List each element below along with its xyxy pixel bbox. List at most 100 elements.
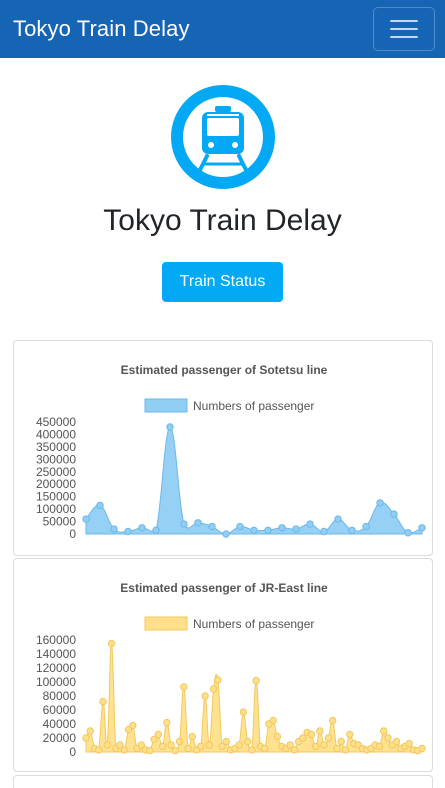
y-tick-label: 350000 [36, 440, 76, 454]
navbar-brand[interactable]: Tokyo Train Delay [13, 16, 190, 42]
data-point[interactable] [380, 727, 388, 735]
data-point[interactable] [333, 744, 341, 753]
chart-legend[interactable]: Numbers of passenger [144, 398, 314, 413]
data-point[interactable] [404, 529, 412, 537]
data-point[interactable] [362, 522, 370, 531]
data-point[interactable] [208, 522, 216, 531]
y-tick-label: 150000 [36, 490, 76, 504]
hamburger-line [390, 28, 418, 30]
data-point[interactable] [96, 501, 104, 510]
data-point[interactable] [188, 732, 197, 741]
chart-card-jr-east: Estimated passenger of JR-East line Numbe… [13, 558, 433, 772]
data-point[interactable] [138, 524, 146, 532]
data-point[interactable] [175, 737, 184, 746]
data-point[interactable] [197, 742, 205, 751]
data-point[interactable] [248, 746, 256, 754]
data-point[interactable] [184, 744, 192, 753]
data-point[interactable] [292, 525, 300, 533]
data-point[interactable] [158, 742, 167, 751]
chart-title: Estimated passenger of JR-East line [120, 581, 328, 595]
data-point[interactable] [235, 741, 243, 749]
data-point[interactable] [328, 716, 337, 725]
data-point[interactable] [205, 741, 214, 749]
data-point[interactable] [146, 746, 154, 755]
chart-card-sotetsu: Estimated passenger of Sotetsu line Numbe… [13, 340, 433, 556]
data-point[interactable] [320, 527, 328, 536]
data-point[interactable] [171, 746, 180, 755]
navbar: Tokyo Train Delay [0, 0, 445, 58]
data-point[interactable] [307, 730, 316, 739]
data-point[interactable] [390, 510, 398, 518]
data-point[interactable] [375, 742, 384, 751]
data-point[interactable] [418, 524, 426, 532]
hamburger-menu-icon [390, 20, 418, 22]
data-point[interactable] [324, 734, 333, 742]
data-point[interactable] [345, 730, 354, 739]
data-point[interactable] [194, 519, 202, 527]
data-point[interactable] [269, 716, 277, 725]
data-point[interactable] [418, 744, 426, 753]
data-point[interactable] [337, 737, 345, 746]
data-point[interactable] [306, 520, 314, 528]
data-point[interactable] [334, 515, 342, 523]
data-point[interactable] [110, 525, 118, 533]
chart-title: Estimated passenger of Sotetsu line [121, 363, 328, 377]
data-point[interactable] [260, 744, 269, 753]
y-tick-label: 200000 [36, 477, 76, 491]
y-tick-label: 120000 [36, 661, 76, 675]
data-point[interactable] [278, 524, 286, 532]
data-point[interactable] [103, 741, 111, 749]
data-point[interactable] [236, 522, 244, 531]
data-point[interactable] [86, 727, 94, 735]
y-tick-label: 250000 [36, 465, 76, 479]
data-point[interactable] [222, 530, 230, 538]
menu-toggle-button[interactable] [373, 7, 435, 51]
data-point[interactable] [405, 739, 413, 748]
data-point[interactable] [214, 676, 222, 684]
data-point[interactable] [376, 499, 384, 507]
data-point[interactable] [264, 526, 272, 534]
data-point[interactable] [384, 734, 392, 742]
data-point[interactable] [180, 683, 188, 691]
y-tick-label: 300000 [36, 452, 76, 466]
y-tick-label: 0 [69, 527, 76, 541]
data-point[interactable] [341, 746, 350, 754]
legend-swatch [144, 398, 188, 413]
y-tick-label: 100000 [36, 675, 76, 689]
data-point[interactable] [124, 527, 132, 536]
data-point[interactable] [311, 742, 320, 751]
data-point[interactable] [252, 676, 260, 685]
data-point[interactable] [99, 697, 107, 706]
data-point[interactable] [243, 737, 252, 746]
data-point[interactable] [348, 526, 356, 534]
data-point[interactable] [129, 721, 137, 730]
data-point[interactable] [250, 526, 258, 534]
legend-label: Numbers of passenger [193, 399, 314, 413]
data-point[interactable] [82, 734, 90, 742]
data-point[interactable] [180, 520, 188, 528]
data-point[interactable] [392, 737, 401, 746]
data-point[interactable] [316, 727, 324, 735]
series-area [85, 426, 423, 535]
y-tick-label: 0 [69, 745, 76, 759]
hamburger-line [390, 36, 418, 38]
data-point[interactable] [95, 746, 103, 754]
data-point[interactable] [201, 692, 209, 700]
chart-legend[interactable]: Numbers of passenger [144, 616, 314, 631]
data-point[interactable] [166, 423, 174, 431]
data-point[interactable] [273, 732, 282, 741]
data-point[interactable] [107, 639, 116, 648]
data-point[interactable] [239, 708, 248, 716]
data-point[interactable] [320, 741, 328, 749]
data-point[interactable] [222, 737, 231, 746]
data-point[interactable] [163, 718, 171, 727]
data-point[interactable] [290, 746, 299, 754]
data-point[interactable] [154, 730, 163, 739]
data-point[interactable] [209, 685, 218, 693]
data-point[interactable] [152, 526, 160, 534]
data-point[interactable] [82, 515, 90, 523]
train-status-button[interactable]: Train Status [162, 262, 283, 302]
data-point[interactable] [167, 741, 175, 749]
data-point[interactable] [299, 734, 307, 742]
data-point[interactable] [120, 746, 128, 754]
